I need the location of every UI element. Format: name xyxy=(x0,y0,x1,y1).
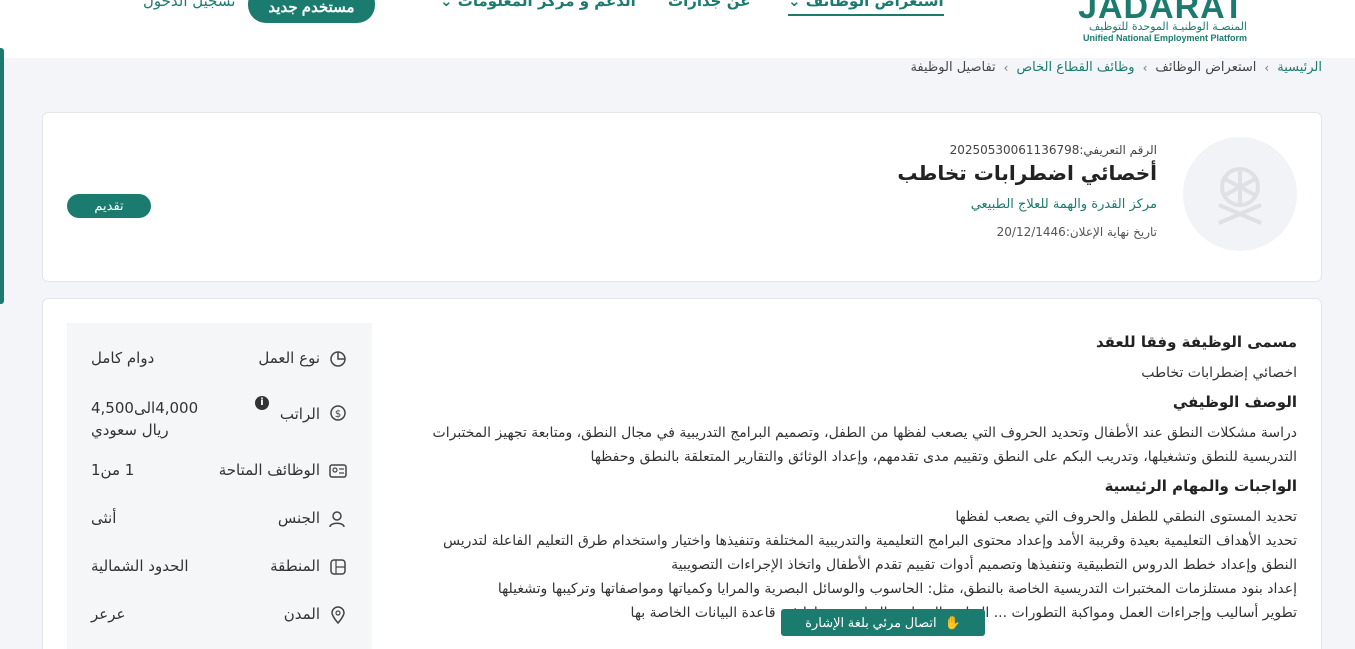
side-accent-strip xyxy=(0,48,4,304)
nav-support[interactable]: ⌄ الدعم و مركز المعلومات xyxy=(440,0,636,10)
attribute-value: 1 من1 xyxy=(91,461,135,479)
company-name[interactable]: مركز القدرة والهمة للعلاج الطبيعي xyxy=(971,197,1157,212)
duties-list: تحديد المستوى النطقي للطفل والحروف التي … xyxy=(407,505,1297,625)
attribute-label: نوع العمل xyxy=(258,349,320,367)
chevron-down-icon: ⌄ xyxy=(788,0,806,10)
nav-browse-jobs[interactable]: ⌄ استعراض الوظائف xyxy=(788,0,944,16)
breadcrumb-jobs[interactable]: استعراض الوظائف xyxy=(1155,60,1256,75)
user-icon xyxy=(329,511,345,528)
chevron-down-icon: ⌄ xyxy=(440,0,458,10)
duties-heading: الواجبات والمهام الرئيسية xyxy=(1104,477,1297,495)
apply-button[interactable]: تقديم xyxy=(67,194,151,218)
attribute-value: دوام كامل xyxy=(91,349,155,367)
contract-title-value: اخصائي إضطرابات تخاطب xyxy=(1141,365,1297,381)
attribute-label: المدن xyxy=(283,605,320,623)
attribute-value: أنثى xyxy=(91,509,117,527)
duty-item: تحديد الأهداف التعليمية بعيدة وقريبة الأ… xyxy=(442,533,1297,573)
deadline-date: تاريخ نهاية الإعلان:20/12/1446 xyxy=(996,225,1157,239)
job-description-text: دراسة مشكلات النطق عند الأطفال وتحديد ال… xyxy=(432,425,1297,465)
attribute-cities: المدن عرعر xyxy=(67,605,372,645)
login-link[interactable]: تسجيل الدخول xyxy=(143,0,235,10)
site-header: JADARAT المنصـة الوطنيـة الموحدة للتوظيف… xyxy=(0,0,1355,58)
breadcrumb-separator: › xyxy=(1264,60,1270,75)
map-icon xyxy=(330,559,346,575)
job-description: مسمى الوظيفة وفقا للعقد اخصائي إضطرابات … xyxy=(407,333,1297,625)
job-id: الرقم التعريفي:20250530061136798 xyxy=(949,143,1157,157)
company-logo-placeholder xyxy=(1183,137,1297,251)
sign-language-call-button[interactable]: ✋ اتصال مرئي بلغة الإشارة xyxy=(781,609,985,636)
money-icon: $ xyxy=(330,405,346,421)
register-button[interactable]: مستخدم جديد xyxy=(248,0,375,23)
attribute-value: عرعر xyxy=(91,605,126,623)
job-attributes-panel: نوع العمل دوام كامل $ الراتب i 4,000الى4… xyxy=(67,323,372,649)
attribute-value: 4,000الى4,500 ريال سعودي xyxy=(91,399,199,439)
attribute-label: الراتب xyxy=(279,405,320,423)
id-card-icon xyxy=(329,464,347,478)
job-description-heading: الوصف الوظيفي xyxy=(1172,393,1297,411)
hand-icon: ✋ xyxy=(944,614,961,630)
nav-about[interactable]: عن جدارات xyxy=(668,0,750,10)
svg-text:$: $ xyxy=(335,409,341,420)
duty-item: تحديد المستوى النطقي للطفل والحروف التي … xyxy=(955,509,1297,525)
location-icon xyxy=(331,606,345,625)
attribute-label: الجنس xyxy=(277,509,320,527)
breadcrumb-separator: › xyxy=(1003,60,1009,75)
attribute-available-positions: الوظائف المتاحة 1 من1 xyxy=(67,461,372,501)
job-details-card: نوع العمل دوام كامل $ الراتب i 4,000الى4… xyxy=(42,298,1322,649)
attribute-gender: الجنس أنثى xyxy=(67,509,372,549)
attribute-label: الوظائف المتاحة xyxy=(218,461,320,479)
info-icon[interactable]: i xyxy=(255,396,269,410)
attribute-work-type: نوع العمل دوام كامل xyxy=(67,349,372,389)
breadcrumb-home[interactable]: الرئيسية xyxy=(1277,60,1322,75)
job-header-card: الرقم التعريفي:20250530061136798 أخصائي … xyxy=(42,112,1322,282)
attribute-value: الحدود الشمالية xyxy=(91,557,189,575)
logo-arabic: المنصـة الوطنيـة الموحدة للتوظيف xyxy=(1088,20,1247,33)
attribute-region: المنطقة الحدود الشمالية xyxy=(67,557,372,597)
attribute-label: المنطقة xyxy=(270,557,320,575)
breadcrumb-private-jobs[interactable]: وظائف القطاع الخاص xyxy=(1016,60,1134,75)
emblem-icon xyxy=(1218,167,1262,225)
sign-language-label: اتصال مرئي بلغة الإشارة xyxy=(805,614,937,630)
contract-title-heading: مسمى الوظيفة وفقا للعقد xyxy=(1095,333,1297,351)
breadcrumb: الرئيسية › استعراض الوظائف › وظائف القطا… xyxy=(910,60,1322,75)
pie-chart-icon xyxy=(330,351,346,367)
job-title: أخصائي اضطرابات تخاطب xyxy=(897,161,1157,185)
logo-english: Unified National Employment Platform xyxy=(1082,33,1247,43)
breadcrumb-separator: › xyxy=(1142,60,1148,75)
duty-item: إعداد بنود مستلزمات المختبرات التدريسية … xyxy=(497,581,1297,597)
attribute-salary: $ الراتب i 4,000الى4,500 ريال سعودي xyxy=(67,396,372,447)
breadcrumb-current: تفاصيل الوظيفة xyxy=(910,60,996,75)
